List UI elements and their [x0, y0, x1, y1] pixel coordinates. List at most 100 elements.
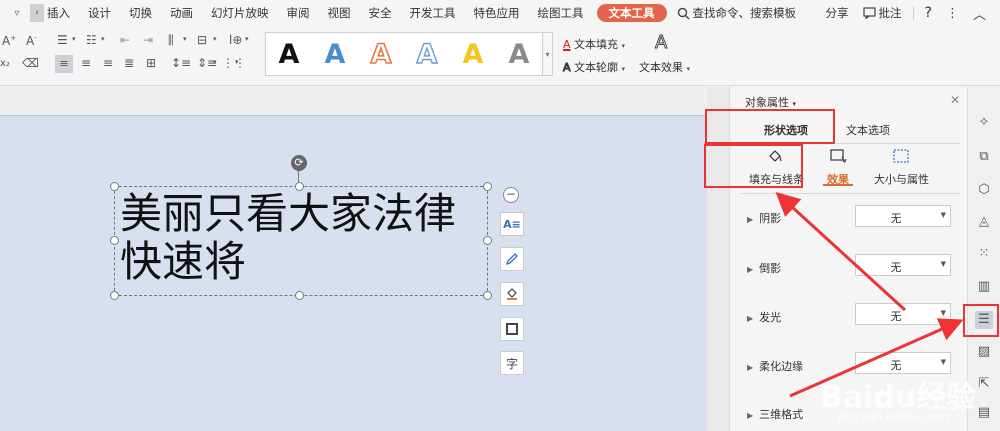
- numbered-list-icon[interactable]: ☷: [86, 33, 97, 47]
- size-property-icon[interactable]: [892, 148, 910, 164]
- columns-icon[interactable]: ⋮⋮: [222, 56, 246, 70]
- export-icon[interactable]: ⇱: [975, 375, 993, 393]
- font-shrink-icon[interactable]: A-: [26, 34, 37, 48]
- gallery-scroll-button[interactable]: ▾: [543, 32, 553, 76]
- wordart-style-orange-outline[interactable]: A: [370, 38, 392, 71]
- numbered-list-dropdown-icon[interactable]: ▾: [101, 35, 105, 43]
- smartart-icon[interactable]: ⅼ⊕: [229, 33, 242, 47]
- help-icon[interactable]: ?: [918, 5, 939, 21]
- wordart-style-gallery[interactable]: A A A A A A: [265, 32, 543, 76]
- text-direction-dropdown-icon[interactable]: ▾: [183, 35, 187, 43]
- soft-edges-select[interactable]: 无 ▼: [855, 352, 951, 374]
- distribute-icon[interactable]: ⊞: [146, 56, 156, 70]
- text-direction-icon[interactable]: ⫼: [168, 33, 174, 48]
- 3d-format-section-toggle[interactable]: ▶ 三维格式: [747, 406, 803, 422]
- align-text-icon[interactable]: ⊟: [197, 33, 207, 47]
- align-text-dropdown-icon[interactable]: ▾: [213, 35, 217, 43]
- share-button[interactable]: 分享: [819, 5, 856, 21]
- bullet-list-icon[interactable]: ☰: [57, 33, 68, 47]
- text-box-content[interactable]: 美丽只看大家法律 快速将: [120, 190, 486, 286]
- align-center-icon[interactable]: ≡: [81, 56, 91, 70]
- style-icon[interactable]: ◬: [975, 213, 993, 231]
- tab-text-tools[interactable]: 文本工具: [596, 4, 667, 22]
- pen-tool-button[interactable]: [500, 247, 524, 271]
- close-icon[interactable]: ✕: [950, 93, 960, 107]
- archive-icon[interactable]: ▤: [975, 404, 993, 422]
- resize-handle-left[interactable]: [110, 236, 119, 245]
- fill-tool-button[interactable]: [500, 282, 524, 306]
- tab-scroll-left-button[interactable]: ‹: [30, 4, 44, 22]
- paragraph-spacing-dropdown-icon[interactable]: ▾: [213, 58, 217, 66]
- subtab-size-properties[interactable]: 大小与属性: [874, 171, 929, 187]
- text-fill-button[interactable]: A 文本填充 ▾: [563, 36, 625, 52]
- text-effect-icon[interactable]: A: [654, 32, 667, 54]
- duplicate-icon[interactable]: ⧉: [975, 148, 993, 166]
- columns-dropdown-icon[interactable]: ▾: [235, 58, 239, 66]
- justify-icon[interactable]: ≣: [124, 56, 134, 70]
- glow-section-toggle[interactable]: ▶ 发光: [747, 309, 781, 325]
- text-outline-label: 文本轮廓: [574, 61, 619, 74]
- search-placeholder: 查找命令、搜索模板: [692, 6, 797, 20]
- reflection-section-toggle[interactable]: ▶ 倒影: [747, 260, 781, 276]
- tab-review[interactable]: 审阅: [278, 0, 319, 26]
- tab-security[interactable]: 安全: [360, 0, 401, 26]
- wordart-style-blue[interactable]: A: [325, 39, 346, 70]
- chevron-down-icon: ▼: [940, 211, 946, 219]
- tab-animation[interactable]: 动画: [161, 0, 202, 26]
- resize-handle-bottom[interactable]: [295, 291, 304, 300]
- align-right-icon[interactable]: ≡: [103, 56, 113, 70]
- tab-developer[interactable]: 开发工具: [401, 0, 465, 26]
- line-spacing-icon[interactable]: ↕≡: [171, 56, 191, 70]
- tab-text-options[interactable]: 文本选项: [846, 122, 890, 138]
- reflection-select[interactable]: 无 ▼: [855, 254, 951, 276]
- align-left-icon[interactable]: ≡: [55, 55, 73, 73]
- pin-icon[interactable]: ✧: [975, 114, 993, 132]
- expand-triangle-icon: ▶: [747, 363, 754, 372]
- wordart-style-black[interactable]: A: [279, 39, 300, 70]
- tab-transition[interactable]: 切换: [120, 0, 161, 26]
- smartart-dropdown-icon[interactable]: ▾: [245, 35, 249, 43]
- font-grow-icon[interactable]: A+: [2, 34, 16, 48]
- quick-access-dropdown-icon[interactable]: ▿: [10, 8, 24, 19]
- command-search[interactable]: 查找命令、搜索模板: [677, 5, 797, 21]
- bullet-list-dropdown-icon[interactable]: ▾: [72, 35, 76, 43]
- resize-handle-bottom-right[interactable]: [483, 291, 492, 300]
- comment-label: 批注: [878, 6, 902, 20]
- resize-handle-top-left[interactable]: [110, 182, 119, 191]
- panel-title[interactable]: 对象属性 ▾: [745, 94, 796, 110]
- decrease-indent-icon[interactable]: ⇤: [120, 33, 130, 47]
- tab-drawing-tools[interactable]: 绘图工具: [529, 0, 593, 26]
- chart-icon[interactable]: ▥: [975, 278, 993, 296]
- tab-insert[interactable]: 插入: [44, 0, 79, 26]
- wordart-style-blue-outline[interactable]: A: [416, 38, 438, 70]
- effect-icon[interactable]: [829, 148, 847, 164]
- tab-special-apps[interactable]: 特色应用: [465, 0, 529, 26]
- text-effect-button[interactable]: 文本效果 ▾: [639, 59, 690, 75]
- subscript-icon[interactable]: x₂: [0, 58, 10, 69]
- wordart-style-yellow[interactable]: A: [463, 39, 484, 70]
- image-icon[interactable]: ▨: [975, 343, 993, 361]
- collapse-ribbon-icon[interactable]: ︿: [966, 4, 1000, 23]
- collapse-tools-icon[interactable]: −: [503, 187, 519, 203]
- comment-button[interactable]: 批注: [856, 5, 909, 21]
- text-outline-button[interactable]: A 文本轮廓 ▾: [563, 59, 626, 75]
- rotate-handle-icon[interactable]: ⟳: [291, 155, 307, 171]
- glow-select[interactable]: 无 ▼: [855, 303, 951, 325]
- shadow-section-toggle[interactable]: ▶ 阴影: [747, 210, 781, 226]
- border-tool-button[interactable]: [500, 317, 524, 341]
- more-icon[interactable]: ⋮: [939, 6, 966, 21]
- clear-format-icon[interactable]: ⌫: [22, 56, 39, 70]
- soft-edges-section-toggle[interactable]: ▶ 柔化边缘: [747, 358, 803, 374]
- tab-slideshow[interactable]: 幻灯片放映: [202, 0, 278, 26]
- text-style-tool-button[interactable]: A≡: [500, 212, 524, 236]
- tab-view[interactable]: 视图: [319, 0, 360, 26]
- apps-grid-icon[interactable]: ⁙: [975, 245, 993, 263]
- increase-indent-icon[interactable]: ⇥: [143, 33, 153, 47]
- resize-handle-bottom-left[interactable]: [110, 291, 119, 300]
- font-tool-button[interactable]: 字: [500, 351, 524, 375]
- chevron-down-icon: ▼: [940, 358, 946, 366]
- shapes-icon[interactable]: ⬡: [975, 181, 993, 199]
- tab-design[interactable]: 设计: [79, 0, 120, 26]
- wordart-style-gray[interactable]: A: [509, 39, 530, 70]
- shadow-select[interactable]: 无 ▼: [855, 205, 951, 227]
